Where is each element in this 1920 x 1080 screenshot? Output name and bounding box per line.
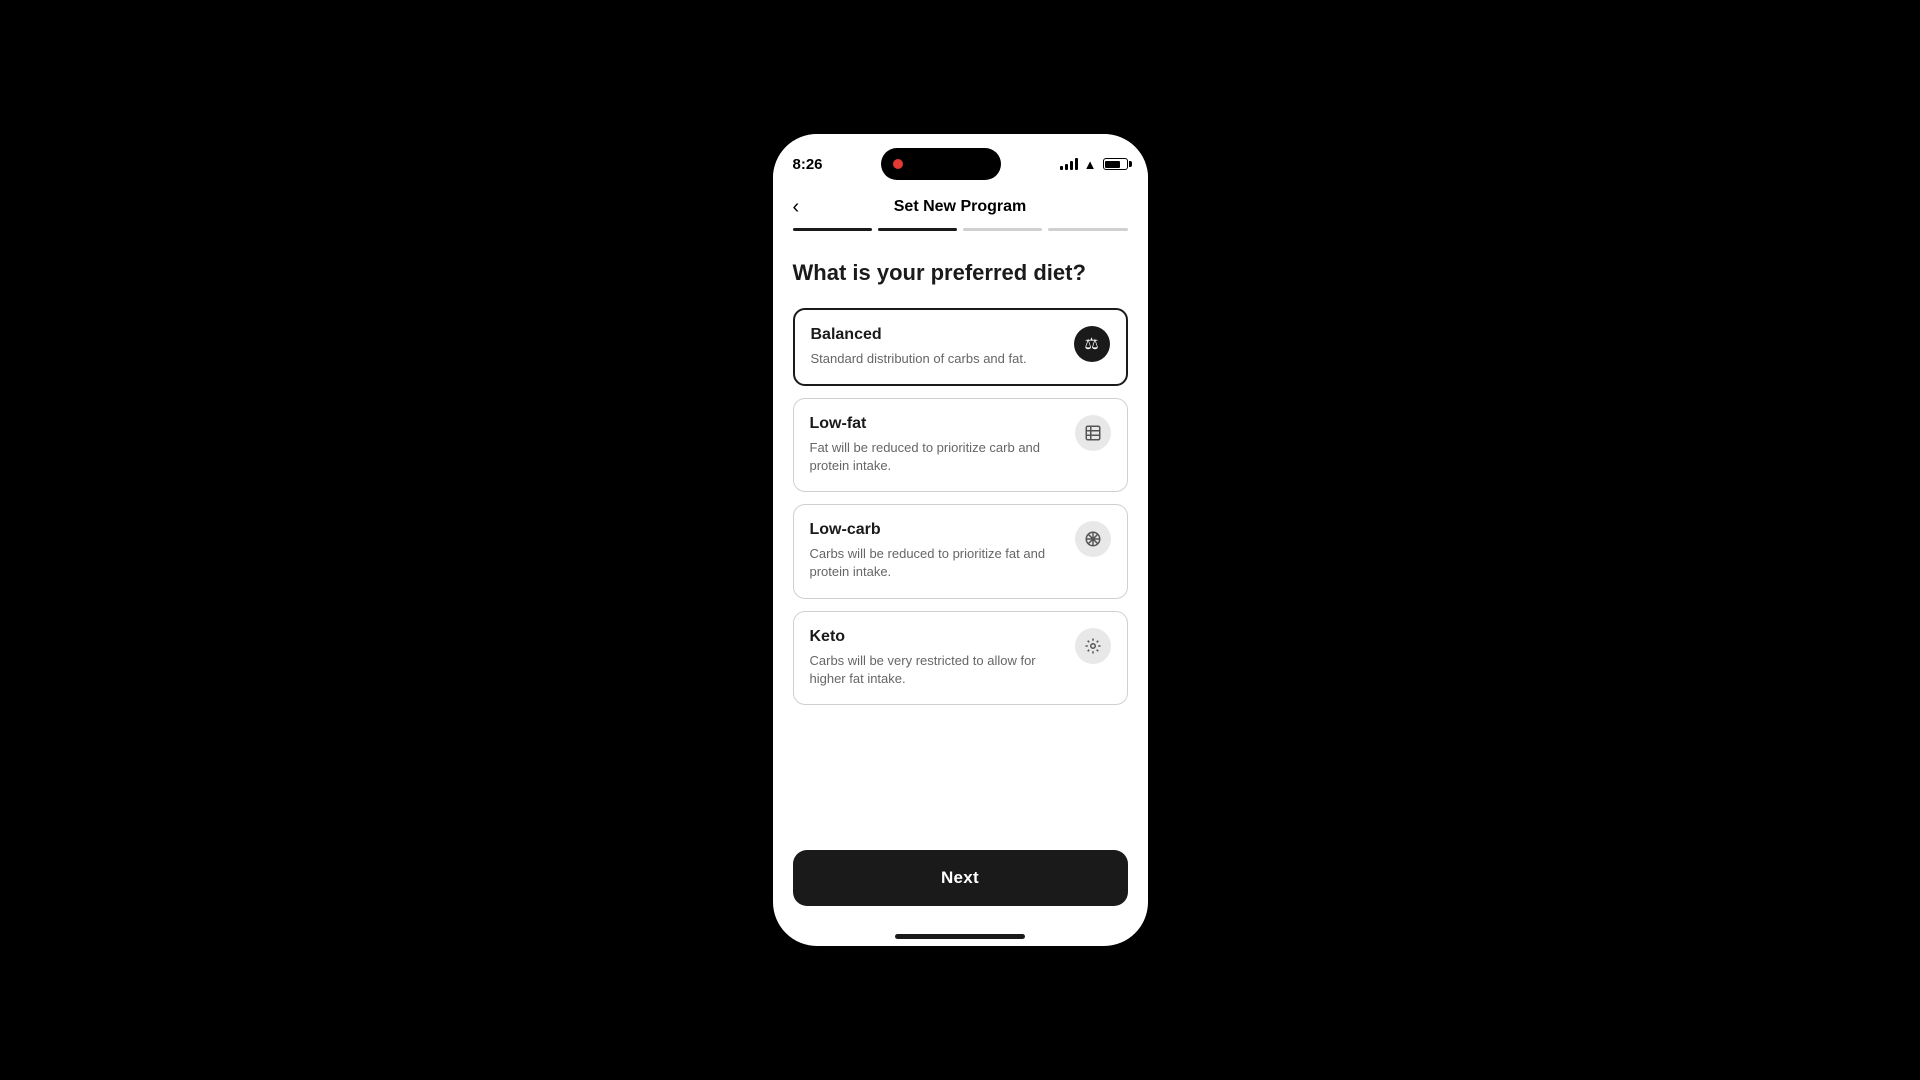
home-bar bbox=[895, 934, 1025, 939]
dynamic-island bbox=[881, 148, 1001, 180]
balanced-icon: ⚖ bbox=[1074, 326, 1110, 362]
diet-card-text-lowfat: Low-fat Fat will be reduced to prioritiz… bbox=[810, 415, 1075, 475]
next-button[interactable]: Next bbox=[793, 850, 1128, 906]
progress-step-4 bbox=[1048, 228, 1127, 231]
diet-card-text-balanced: Balanced Standard distribution of carbs … bbox=[811, 326, 1074, 368]
diet-card-desc-lowcarb: Carbs will be reduced to prioritize fat … bbox=[810, 545, 1063, 581]
progress-step-2 bbox=[878, 228, 957, 231]
nav-title: Set New Program bbox=[894, 198, 1026, 216]
page-question: What is your preferred diet? bbox=[793, 259, 1128, 288]
diet-card-desc-keto: Carbs will be very restricted to allow f… bbox=[810, 652, 1063, 688]
status-bar: 8:26 ▲ bbox=[773, 134, 1148, 190]
diet-option-keto[interactable]: Keto Carbs will be very restricted to al… bbox=[793, 611, 1128, 705]
status-icons: ▲ bbox=[1060, 157, 1128, 172]
diet-card-title-lowfat: Low-fat bbox=[810, 415, 1063, 433]
back-button[interactable]: ‹ bbox=[793, 196, 800, 219]
signal-bars-icon bbox=[1060, 158, 1078, 170]
phone-frame: 8:26 ▲ ‹ Set New Program bbox=[773, 134, 1148, 946]
next-button-wrapper: Next bbox=[773, 838, 1148, 926]
keto-icon bbox=[1075, 628, 1111, 664]
diet-card-text-lowcarb: Low-carb Carbs will be reduced to priori… bbox=[810, 521, 1075, 581]
nav-bar: ‹ Set New Program bbox=[773, 190, 1148, 220]
diet-card-title-lowcarb: Low-carb bbox=[810, 521, 1063, 539]
dynamic-island-dot bbox=[893, 159, 903, 169]
diet-option-balanced[interactable]: Balanced Standard distribution of carbs … bbox=[793, 308, 1128, 386]
diet-card-title-keto: Keto bbox=[810, 628, 1063, 646]
battery-fill bbox=[1105, 161, 1120, 168]
diet-card-desc-lowfat: Fat will be reduced to prioritize carb a… bbox=[810, 439, 1063, 475]
diet-card-desc-balanced: Standard distribution of carbs and fat. bbox=[811, 350, 1062, 368]
lowcarb-icon bbox=[1075, 521, 1111, 557]
status-time: 8:26 bbox=[793, 156, 823, 173]
lowfat-icon bbox=[1075, 415, 1111, 451]
diet-card-title-balanced: Balanced bbox=[811, 326, 1062, 344]
progress-bar bbox=[773, 220, 1148, 243]
progress-step-3 bbox=[963, 228, 1042, 231]
progress-step-1 bbox=[793, 228, 872, 231]
content-area: What is your preferred diet? Balanced St… bbox=[773, 243, 1148, 838]
wifi-icon: ▲ bbox=[1084, 157, 1097, 172]
diet-card-text-keto: Keto Carbs will be very restricted to al… bbox=[810, 628, 1075, 688]
status-center bbox=[823, 148, 1060, 180]
home-indicator bbox=[773, 926, 1148, 946]
battery-icon bbox=[1103, 158, 1128, 170]
diet-option-low-carb[interactable]: Low-carb Carbs will be reduced to priori… bbox=[793, 504, 1128, 598]
diet-option-low-fat[interactable]: Low-fat Fat will be reduced to prioritiz… bbox=[793, 398, 1128, 492]
